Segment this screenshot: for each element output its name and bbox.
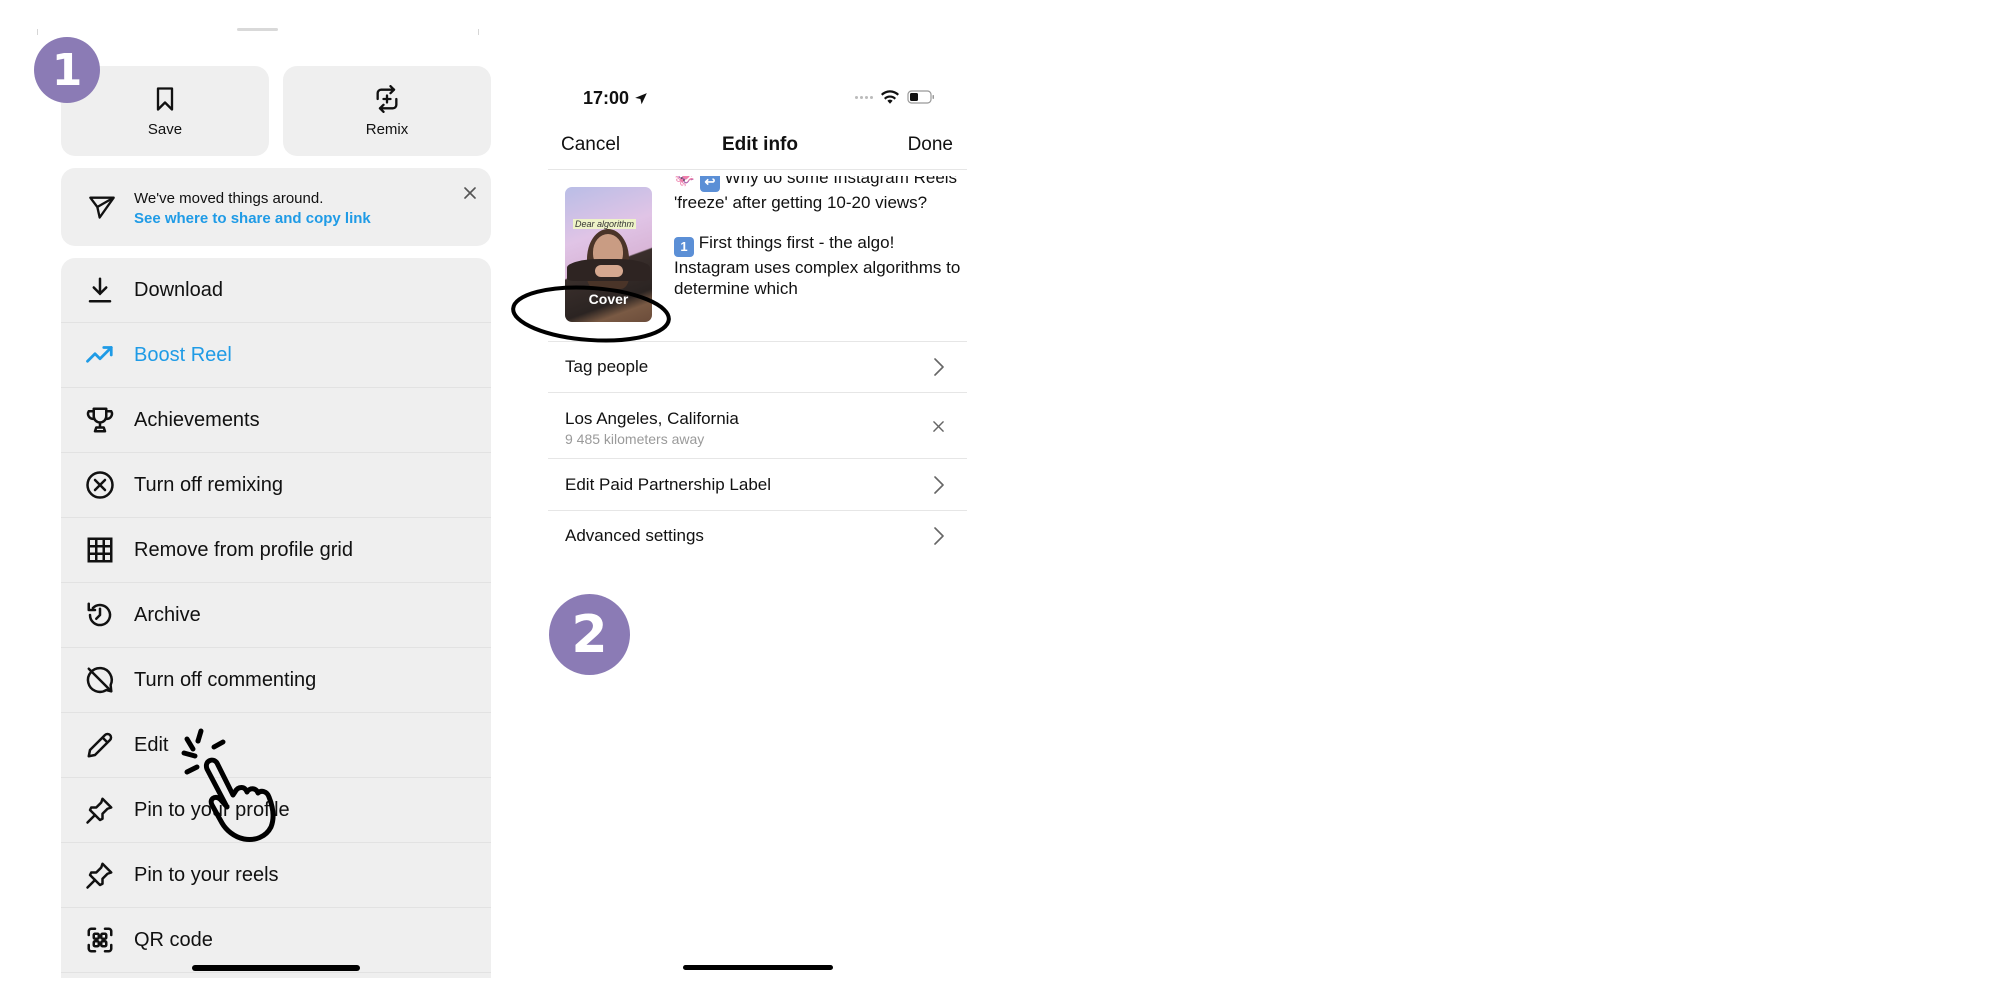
- wifi-icon: [881, 90, 899, 104]
- done-button[interactable]: Done: [908, 134, 953, 156]
- sheet-drag-handle[interactable]: [237, 28, 278, 31]
- status-bar-indicators: [855, 90, 935, 104]
- thumbnail-hands: [595, 265, 623, 277]
- trending-up-icon: [85, 340, 115, 370]
- sheet-edge-left: [37, 29, 38, 35]
- menu-item-label: Turn off remixing: [134, 473, 283, 496]
- chevron-right-icon: [934, 476, 944, 494]
- close-icon: [933, 421, 944, 432]
- emoji-icon: 🦑: [674, 176, 700, 187]
- menu-item-label: Archive: [134, 603, 201, 626]
- tag-people-row[interactable]: Tag people: [548, 342, 967, 392]
- menu-item-pin-to-reels[interactable]: Pin to your reels: [61, 843, 491, 908]
- menu-item-edit[interactable]: Edit: [61, 713, 491, 778]
- battery-icon: [907, 90, 934, 104]
- cellular-signal-icon: [855, 95, 873, 99]
- remix-label: Remix: [365, 120, 409, 138]
- location-row[interactable]: Los Angeles, California 9 485 kilometers…: [548, 393, 967, 458]
- step-badge-2: 2: [549, 594, 630, 675]
- share-copy-link[interactable]: See where to share and copy link: [134, 210, 371, 227]
- home-indicator: [683, 965, 833, 970]
- remix-icon: [376, 84, 398, 113]
- cover-label: Cover: [588, 291, 629, 307]
- menu-item-boost-reel[interactable]: Boost Reel: [61, 323, 491, 388]
- pin-icon: [85, 795, 115, 825]
- caption-line-2: 1 First things first - the algo! Instagr…: [674, 233, 961, 298]
- bookmark-icon: [156, 86, 174, 111]
- qr-code-icon: [85, 925, 115, 955]
- caption-text[interactable]: 🦑 ↩ Why do some Instagram Reels 'freeze'…: [674, 176, 964, 326]
- menu-item-label: Pin to your profile: [134, 798, 290, 821]
- download-icon: [85, 275, 115, 305]
- pin-icon: [85, 860, 115, 890]
- history-icon: [85, 600, 115, 630]
- menu-item-label: Pin to your reels: [134, 863, 279, 886]
- thumbnail-tag: Dear algorithm: [573, 219, 637, 229]
- comment-off-icon: [85, 665, 115, 695]
- keycap-arrow-icon: ↩: [699, 176, 720, 192]
- close-icon: [464, 187, 476, 199]
- menu-item-label: Achievements: [134, 408, 260, 431]
- grid-icon: [85, 535, 115, 565]
- menu-item-label: Remove from profile grid: [134, 538, 353, 561]
- caption-line-1: 🦑 ↩ Why do some Instagram Reels 'freeze'…: [674, 176, 964, 213]
- chevron-right-icon: [934, 527, 944, 545]
- menu-item-qr-code[interactable]: QR code: [61, 908, 491, 973]
- keycap-number-icon: 1: [674, 237, 694, 257]
- location-arrow-icon: [635, 92, 647, 104]
- home-indicator: [192, 965, 360, 971]
- pencil-icon: [85, 730, 115, 760]
- paid-partnership-row[interactable]: Edit Paid Partnership Label: [548, 459, 967, 510]
- cover-thumbnail[interactable]: Dear algorithm Cover: [565, 187, 652, 322]
- step-badge-1: 1: [34, 37, 100, 103]
- menu-item-label: Edit: [134, 733, 169, 756]
- sheet-edge-right: [478, 29, 479, 35]
- page-title: Edit info: [722, 134, 798, 155]
- row-label: Advanced settings: [565, 526, 704, 545]
- menu-item-label: Download: [134, 278, 223, 301]
- time-text: 17:00: [583, 88, 630, 108]
- chevron-right-icon: [934, 358, 944, 376]
- row-label: Edit Paid Partnership Label: [565, 475, 772, 494]
- options-menu: Download Boost Reel Achievements Turn of…: [61, 258, 491, 978]
- notice-message: We've moved things around.: [134, 190, 324, 207]
- header-divider: [548, 169, 967, 170]
- menu-item-achievements[interactable]: Achievements: [61, 388, 491, 453]
- trophy-icon: [85, 405, 115, 435]
- menu-item-label: Boost Reel: [134, 343, 232, 366]
- advanced-settings-row[interactable]: Advanced settings: [548, 511, 967, 562]
- location-name: Los Angeles, California: [565, 409, 739, 428]
- menu-item-archive[interactable]: Archive: [61, 583, 491, 648]
- menu-item-download[interactable]: Download: [61, 258, 491, 323]
- notice-close-button[interactable]: [459, 182, 481, 204]
- status-bar-time: 17:00: [583, 88, 648, 109]
- menu-item-turn-off-commenting[interactable]: Turn off commenting: [61, 648, 491, 713]
- send-icon: [89, 196, 115, 219]
- menu-item-label: Turn off commenting: [134, 668, 317, 691]
- menu-item-label: QR code: [134, 928, 213, 951]
- menu-item-remove-from-grid[interactable]: Remove from profile grid: [61, 518, 491, 583]
- circle-x-icon: [85, 470, 115, 500]
- cancel-button[interactable]: Cancel: [561, 134, 620, 156]
- menu-item-pin-to-profile[interactable]: Pin to your profile: [61, 778, 491, 843]
- remove-location-button[interactable]: [933, 419, 945, 432]
- remix-button[interactable]: Remix: [283, 66, 491, 156]
- location-distance: 9 485 kilometers away: [565, 431, 705, 447]
- menu-item-turn-off-remixing[interactable]: Turn off remixing: [61, 453, 491, 518]
- save-label: Save: [147, 120, 183, 138]
- moved-things-notice: We've moved things around. See where to …: [61, 168, 491, 246]
- row-label: Tag people: [565, 357, 649, 376]
